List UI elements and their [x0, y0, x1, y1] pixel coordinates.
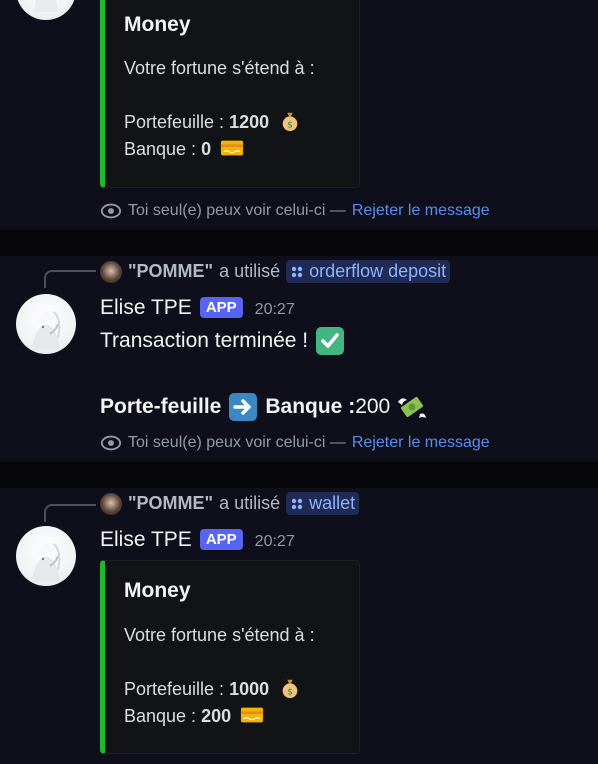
bank-label: Banque : — [124, 139, 202, 159]
bank-label: Banque : — [124, 706, 202, 726]
ephemeral-notice: Toi seul(e) peux voir celui-ci — Rejeter… — [100, 202, 490, 220]
message-divider — [0, 230, 598, 256]
reply-username[interactable]: "POMME" — [128, 493, 213, 514]
ephemeral-text: Toi seul(e) peux voir celui-ci — — [128, 202, 346, 219]
command-name: orderflow deposit — [309, 261, 447, 281]
check-mark-icon — [316, 327, 345, 355]
reply-username[interactable]: "POMME" — [128, 261, 213, 282]
money-with-wings-icon — [398, 396, 427, 418]
author-name[interactable]: Elise TPE — [100, 296, 192, 320]
reply-used-text: a utilisé — [219, 493, 281, 513]
command-reply-context[interactable]: "POMME" a utilisé orderflow deposit — [100, 260, 451, 283]
credit-card-icon — [241, 707, 264, 723]
money-embed: Money Votre fortune s'étend à : Portefeu… — [100, 560, 360, 754]
svg-text:$: $ — [287, 686, 293, 697]
transaction-status-line: Transaction terminée ! — [100, 326, 346, 356]
reply-used-text: a utilisé — [219, 261, 281, 281]
transfer-amount: 200 — [355, 395, 391, 418]
dismiss-message-link[interactable]: Rejeter le message — [352, 434, 490, 452]
transfer-from: Porte-feuille — [100, 395, 222, 418]
credit-card-icon — [221, 140, 244, 156]
right-arrow-icon — [229, 393, 258, 421]
transaction-status: Transaction terminée ! — [100, 329, 309, 352]
app-command-icon — [291, 266, 303, 277]
user-mini-avatar[interactable] — [100, 260, 122, 283]
wallet-line: Portefeuille : 1200 $ — [124, 110, 302, 133]
message-1: Money Votre fortune s'étend à : Portefeu… — [0, 0, 598, 230]
money-embed: Money Votre fortune s'étend à : Portefeu… — [100, 0, 360, 188]
command-reply-context[interactable]: "POMME" a utilisé wallet — [100, 492, 360, 515]
wallet-value: 1200 — [229, 112, 270, 132]
message-header: Elise TPE APP 20:27 — [100, 528, 295, 552]
transfer-to: Banque : — [265, 395, 356, 418]
user-mini-avatar[interactable] — [100, 492, 122, 515]
slash-command-chip[interactable]: wallet — [286, 492, 360, 515]
embed-title: Money — [124, 13, 191, 36]
reply-connector — [44, 504, 96, 522]
message-3: "POMME" a utilisé wallet Elise TPE APP 2… — [0, 488, 598, 764]
message-divider — [0, 462, 598, 488]
timestamp[interactable]: 20:27 — [255, 301, 295, 319]
timestamp[interactable]: 20:27 — [255, 533, 295, 551]
dismiss-message-link[interactable]: Rejeter le message — [352, 202, 490, 220]
money-bag-icon: $ — [282, 679, 298, 699]
embed-description: Votre fortune s'étend à : — [124, 58, 315, 78]
bot-avatar[interactable] — [16, 526, 76, 586]
app-command-icon — [291, 498, 303, 509]
app-badge: APP — [199, 297, 243, 318]
embed-title: Money — [124, 579, 191, 602]
money-bag-icon: $ — [282, 112, 298, 132]
message-header: Elise TPE APP 20:27 — [100, 296, 295, 320]
embed-description: Votre fortune s'étend à : — [124, 625, 315, 645]
message-2: "POMME" a utilisé orderflow deposit Elis… — [0, 256, 598, 462]
command-name: wallet — [309, 493, 356, 513]
wallet-label: Portefeuille : — [124, 112, 230, 132]
reply-connector — [44, 270, 96, 288]
slash-command-chip[interactable]: orderflow deposit — [286, 260, 451, 283]
transfer-line: Porte-feuille Banque : 200 — [100, 392, 428, 422]
svg-text:$: $ — [287, 119, 293, 130]
wallet-label: Portefeuille : — [124, 679, 230, 699]
eye-icon — [100, 435, 122, 451]
wallet-value: 1000 — [229, 679, 270, 699]
author-name[interactable]: Elise TPE — [100, 528, 192, 552]
bank-line: Banque : 0 — [124, 137, 244, 160]
wallet-line: Portefeuille : 1000 $ — [124, 677, 302, 700]
bank-value: 0 — [201, 139, 212, 159]
ephemeral-notice: Toi seul(e) peux voir celui-ci — Rejeter… — [100, 434, 490, 452]
app-badge: APP — [199, 529, 243, 550]
eye-icon — [100, 203, 122, 219]
bot-avatar[interactable] — [16, 294, 76, 354]
ephemeral-text: Toi seul(e) peux voir celui-ci — — [128, 434, 346, 451]
bank-value: 200 — [201, 706, 232, 726]
bank-line: Banque : 200 — [124, 704, 264, 727]
bot-avatar[interactable] — [16, 0, 76, 20]
